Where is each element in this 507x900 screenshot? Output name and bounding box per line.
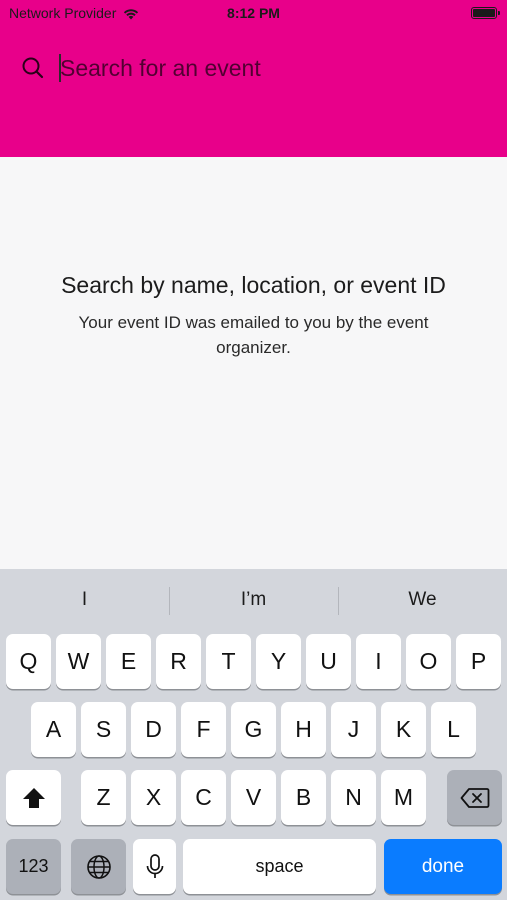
numbers-key[interactable]: 123 bbox=[6, 839, 61, 894]
globe-key[interactable] bbox=[71, 839, 126, 894]
key-w[interactable]: W bbox=[56, 634, 101, 689]
microphone-icon bbox=[146, 853, 163, 878]
key-p[interactable]: P bbox=[456, 634, 501, 689]
key-v[interactable]: V bbox=[231, 770, 276, 825]
suggestion-divider bbox=[338, 587, 339, 615]
search-header: Network Provider 8:12 PM bbox=[0, 0, 507, 157]
key-i[interactable]: I bbox=[356, 634, 401, 689]
key-j[interactable]: J bbox=[331, 702, 376, 757]
key-r[interactable]: R bbox=[156, 634, 201, 689]
key-z[interactable]: Z bbox=[81, 770, 126, 825]
key-g[interactable]: G bbox=[231, 702, 276, 757]
shift-key[interactable] bbox=[6, 770, 61, 825]
key-k[interactable]: K bbox=[381, 702, 426, 757]
search-icon bbox=[20, 55, 46, 81]
done-key[interactable]: done bbox=[384, 839, 502, 894]
key-h[interactable]: H bbox=[281, 702, 326, 757]
text-caret bbox=[59, 54, 61, 82]
keyboard: I I’m We Q W E R T Y U I O P A S D F G H… bbox=[0, 569, 507, 900]
key-f[interactable]: F bbox=[181, 702, 226, 757]
key-o[interactable]: O bbox=[406, 634, 451, 689]
suggestion-item[interactable]: I’m bbox=[169, 569, 338, 631]
shift-icon bbox=[22, 787, 45, 808]
key-q[interactable]: Q bbox=[6, 634, 51, 689]
key-u[interactable]: U bbox=[306, 634, 351, 689]
space-key[interactable]: space bbox=[183, 839, 376, 894]
search-bar[interactable] bbox=[20, 50, 490, 86]
battery-icon bbox=[471, 7, 500, 19]
globe-icon bbox=[86, 854, 111, 879]
empty-state-subtitle: Your event ID was emailed to you by the … bbox=[78, 313, 429, 357]
screen: Network Provider 8:12 PM Search by bbox=[0, 0, 507, 900]
status-bar: Network Provider 8:12 PM bbox=[0, 0, 507, 28]
key-s[interactable]: S bbox=[81, 702, 126, 757]
key-n[interactable]: N bbox=[331, 770, 376, 825]
empty-state-title: Search by name, location, or event ID bbox=[61, 272, 446, 298]
suggestion-item[interactable]: We bbox=[338, 569, 507, 631]
delete-key[interactable] bbox=[447, 770, 502, 825]
search-input[interactable] bbox=[60, 51, 480, 85]
backspace-icon bbox=[460, 787, 489, 808]
status-time: 8:12 PM bbox=[227, 5, 280, 21]
key-d[interactable]: D bbox=[131, 702, 176, 757]
key-c[interactable]: C bbox=[181, 770, 226, 825]
suggestion-divider bbox=[169, 587, 170, 615]
key-y[interactable]: Y bbox=[256, 634, 301, 689]
key-e[interactable]: E bbox=[106, 634, 151, 689]
key-b[interactable]: B bbox=[281, 770, 326, 825]
key-t[interactable]: T bbox=[206, 634, 251, 689]
suggestion-bar: I I’m We bbox=[0, 569, 507, 631]
empty-state: Search by name, location, or event ID Yo… bbox=[40, 270, 467, 360]
suggestion-item[interactable]: I bbox=[0, 569, 169, 631]
key-l[interactable]: L bbox=[431, 702, 476, 757]
key-a[interactable]: A bbox=[31, 702, 76, 757]
key-m[interactable]: M bbox=[381, 770, 426, 825]
dictation-key[interactable] bbox=[133, 839, 176, 894]
key-x[interactable]: X bbox=[131, 770, 176, 825]
